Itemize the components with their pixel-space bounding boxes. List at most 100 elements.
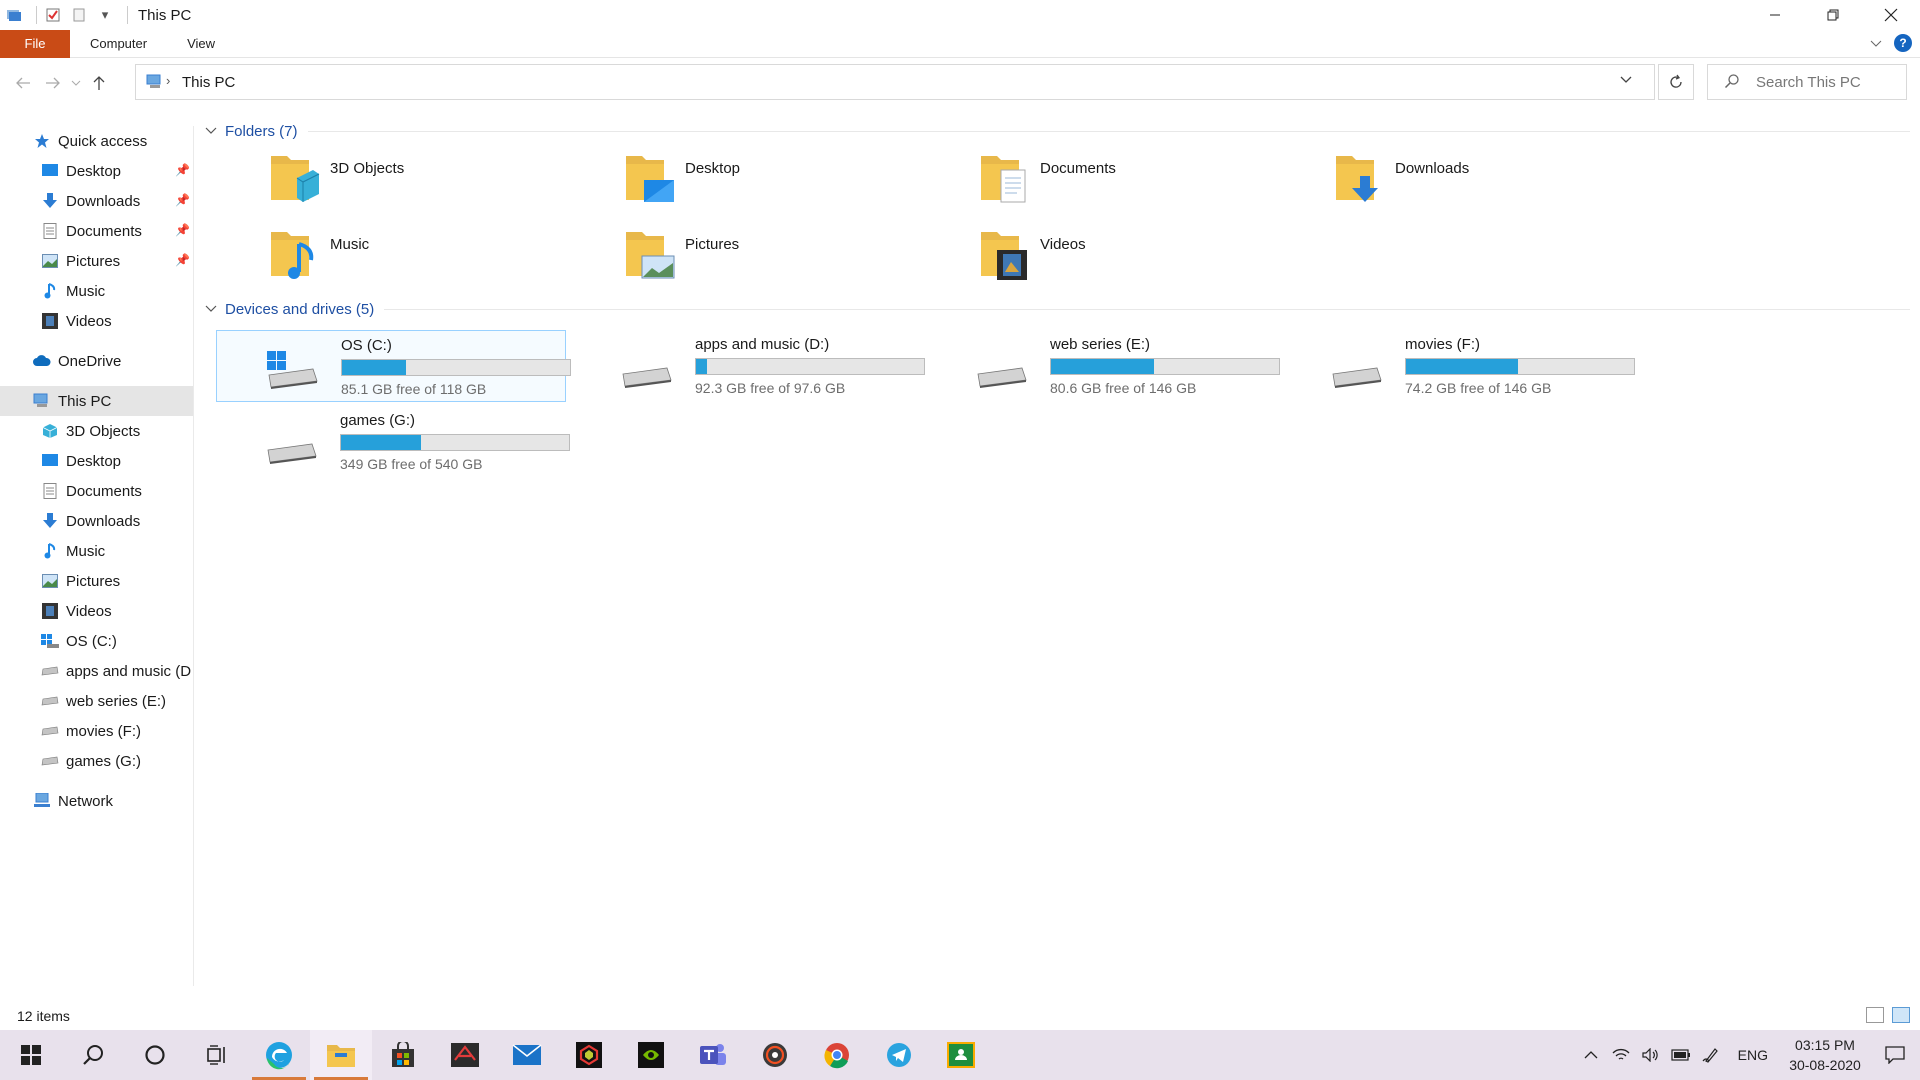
folder-videos[interactable]: Videos [915,220,1255,296]
sidebar-item-label: Desktop [66,162,122,180]
recent-locations-icon[interactable] [68,68,84,98]
hard-drive-icon [40,691,60,711]
sidebar-item-documents[interactable]: Documents [0,476,193,506]
folder-desktop[interactable]: Desktop [560,144,900,220]
sidebar-item-drive-c[interactable]: OS (C:) [0,626,193,656]
sidebar-item-this-pc[interactable]: This PC [0,386,193,416]
sidebar-item-desktop[interactable]: Desktop 📌 [0,156,193,186]
breadcrumb[interactable]: This PC [182,74,235,91]
pin-icon[interactable]: 📌 [175,253,190,267]
large-icons-view-icon[interactable] [1892,1007,1910,1023]
sidebar-item-drive-g[interactable]: games (G:) [0,746,193,776]
sidebar-item-label: web series (E:) [66,692,167,710]
show-hidden-icons-icon[interactable] [1576,1051,1606,1059]
pen-workspace-icon[interactable] [1696,1047,1726,1063]
task-view-icon[interactable] [186,1030,248,1080]
media-player-icon[interactable] [744,1030,806,1080]
wifi-icon[interactable] [1606,1048,1636,1062]
drive-f[interactable]: movies (F:) 74.2 GB free of 146 GB [1281,330,1635,402]
sidebar-item-drive-e[interactable]: web series (E:) [0,686,193,716]
sidebar-item-music[interactable]: Music [0,536,193,566]
drives-group-header[interactable]: Devices and drives (5) [205,296,1910,322]
sidebar-item-downloads[interactable]: Downloads [0,506,193,536]
folder-music[interactable]: Music [205,220,545,296]
sidebar-item-documents[interactable]: Documents 📌 [0,216,193,246]
folders-group-header[interactable]: Folders (7) [205,118,1910,144]
sidebar-item-music[interactable]: Music [0,276,193,306]
search-input[interactable]: Search This PC [1707,64,1907,100]
drive-g[interactable]: games (G:) 349 GB free of 540 GB [216,406,570,478]
action-center-icon[interactable] [1870,1046,1920,1064]
language-indicator[interactable]: ENG [1726,1047,1780,1063]
pin-icon[interactable]: 📌 [175,223,190,237]
sidebar-item-onedrive[interactable]: OneDrive [0,346,193,376]
search-icon[interactable] [62,1030,124,1080]
chevron-down-icon[interactable] [205,124,219,138]
chrome-icon[interactable] [806,1030,868,1080]
sidebar-item-drive-d[interactable]: apps and music (D [0,656,193,686]
nvidia-icon[interactable] [620,1030,682,1080]
file-explorer-icon[interactable] [310,1030,372,1080]
telegram-icon[interactable] [868,1030,930,1080]
sidebar-item-desktop[interactable]: Desktop [0,446,193,476]
sidebar-item-network[interactable]: Network [0,786,193,816]
title-bar: ▾ This PC [0,0,1920,30]
help-icon[interactable]: ? [1894,34,1912,52]
sidebar-item-pictures[interactable]: Pictures [0,566,193,596]
chevron-down-icon[interactable] [205,302,219,316]
address-bar[interactable]: › This PC [135,64,1655,100]
breadcrumb-chevron-icon[interactable]: › [166,73,170,88]
video-film-icon [40,601,60,621]
armoury-crate-icon[interactable] [434,1030,496,1080]
gaming-app-icon[interactable] [558,1030,620,1080]
edge-browser-icon[interactable] [248,1030,310,1080]
sidebar-item-drive-f[interactable]: movies (F:) [0,716,193,746]
drive-d[interactable]: apps and music (D:) 92.3 GB free of 97.6… [571,330,925,402]
address-dropdown-icon[interactable] [1620,72,1632,87]
qat-dropdown-icon[interactable]: ▾ [95,5,115,25]
drive-c[interactable]: OS (C:) 85.1 GB free of 118 GB [216,330,571,402]
back-arrow-icon[interactable] [8,68,38,98]
pin-icon[interactable]: 📌 [175,193,190,207]
close-button[interactable] [1862,0,1920,30]
sidebar-item-label: Videos [66,602,112,620]
mail-icon[interactable] [496,1030,558,1080]
sidebar-item-quick-access[interactable]: Quick access [0,126,193,156]
battery-icon[interactable] [1666,1049,1696,1061]
details-view-icon[interactable] [1866,1007,1884,1023]
microsoft-store-icon[interactable] [372,1030,434,1080]
drive-e[interactable]: web series (E:) 80.6 GB free of 146 GB [926,330,1280,402]
cortana-icon[interactable] [124,1030,186,1080]
tab-file[interactable]: File [0,29,70,58]
sidebar-item-label: Pictures [66,572,121,590]
folder-documents[interactable]: Documents [915,144,1255,220]
volume-icon[interactable] [1636,1048,1666,1062]
properties-icon[interactable] [43,5,63,25]
pin-icon[interactable]: 📌 [175,163,190,177]
clock[interactable]: 03:15 PM 30-08-2020 [1780,1035,1870,1075]
sidebar-item-videos[interactable]: Videos [0,596,193,626]
microsoft-teams-icon[interactable] [682,1030,744,1080]
folder-3d-objects[interactable]: 3D Objects [205,144,545,220]
tab-computer[interactable]: Computer [70,36,167,51]
forward-arrow-icon[interactable] [38,68,68,98]
sidebar-item-videos[interactable]: Videos [0,306,193,336]
sidebar-item-pictures[interactable]: Pictures 📌 [0,246,193,276]
explorer-window-icon[interactable] [4,5,24,25]
drive-usage-bar [340,434,570,451]
folder-label: Music [330,236,370,253]
folder-pictures[interactable]: Pictures [560,220,900,296]
sidebar-item-downloads[interactable]: Downloads 📌 [0,186,193,216]
new-folder-icon[interactable] [69,5,89,25]
up-arrow-icon[interactable] [84,68,114,98]
folder-downloads[interactable]: Downloads [1270,144,1610,220]
tab-view[interactable]: View [167,36,235,51]
expand-ribbon-icon[interactable] [1870,35,1882,52]
refresh-button[interactable] [1658,64,1694,100]
minimize-button[interactable] [1746,0,1804,30]
restore-button[interactable] [1804,0,1862,30]
start-windows-icon[interactable] [0,1030,62,1080]
google-classroom-icon[interactable] [930,1030,992,1080]
sidebar-item-3d-objects[interactable]: 3D Objects [0,416,193,446]
